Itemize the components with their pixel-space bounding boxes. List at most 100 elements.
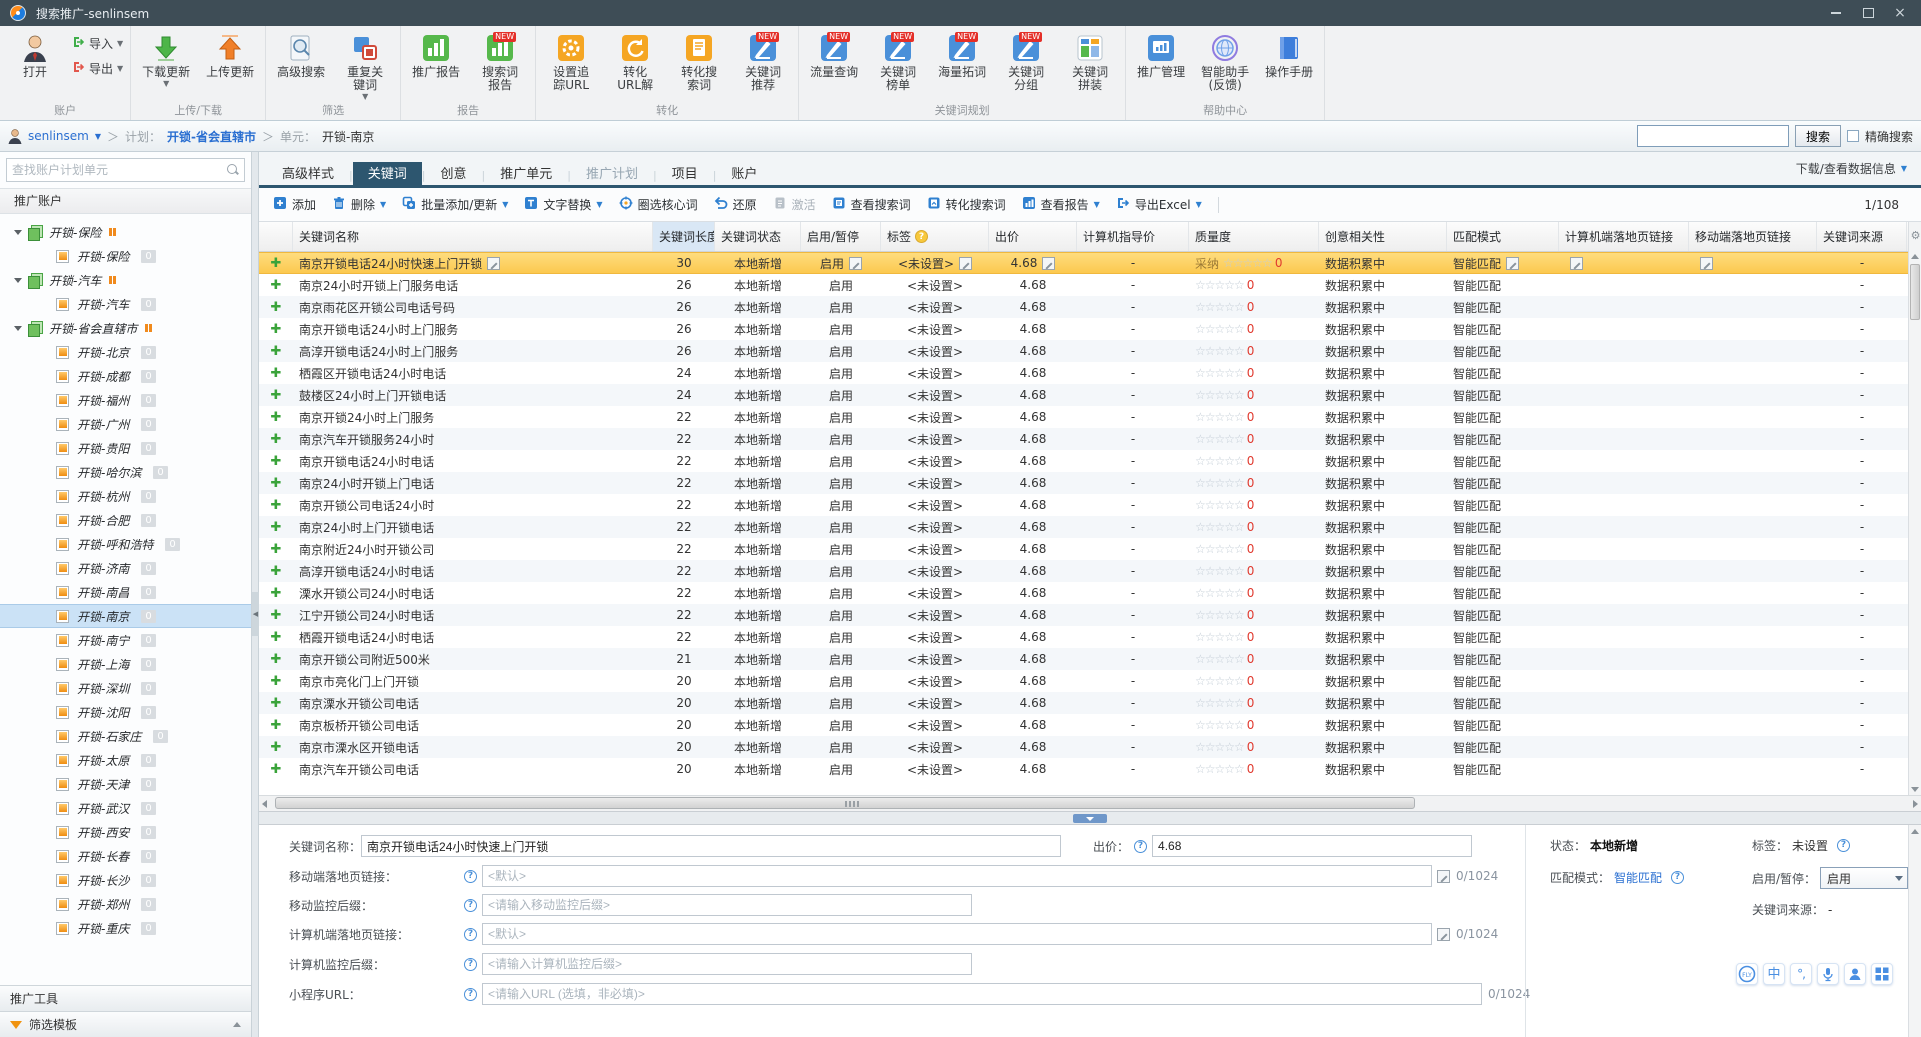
edit-icon[interactable] xyxy=(1570,256,1583,270)
breadcrumb-plan[interactable]: 开锁-省会直辖市 xyxy=(167,128,256,145)
ribbon-button-关键词分组[interactable]: NEW 关键词 分组 xyxy=(994,29,1058,101)
ribbon-button-下载更新[interactable]: 下载更新 ▼ xyxy=(134,29,198,101)
help-icon[interactable]: ? xyxy=(1837,839,1851,852)
add-keyword-icon[interactable]: ✚ xyxy=(271,521,282,534)
table-row[interactable]: ✚ 江宁开锁公司24小时电话 22 本地新增 启用 <未设置> 4.68 - ☆☆☆☆☆ 0 数据积… xyxy=(259,604,1921,626)
ribbon-button-重复关键词[interactable]: 重复关 键词 ▼ xyxy=(333,29,397,102)
collapse-up-icon[interactable] xyxy=(233,1022,241,1027)
help-icon[interactable]: ? xyxy=(464,927,477,941)
ribbon-button-操作手册[interactable]: 操作手册 xyxy=(1257,29,1321,101)
add-keyword-icon[interactable]: ✚ xyxy=(271,631,282,644)
add-keyword-icon[interactable]: ✚ xyxy=(271,411,282,424)
ribbon-button-上传更新[interactable]: 上传更新 xyxy=(198,29,262,101)
breadcrumb-unit[interactable]: 开锁-南京 xyxy=(322,128,374,145)
minimize-button[interactable] xyxy=(1829,7,1843,19)
scroll-up-icon[interactable] xyxy=(1911,254,1919,259)
edit-icon[interactable] xyxy=(959,256,973,270)
tree-unit-item[interactable]: 开锁-合肥 0 xyxy=(0,508,251,532)
column-header-marker[interactable] xyxy=(259,222,293,251)
tree-unit-item[interactable]: 开锁-西安 0 xyxy=(0,820,251,844)
field-input[interactable] xyxy=(482,923,1432,945)
tree-unit-item[interactable]: 开锁-太原 0 xyxy=(0,748,251,772)
toolbar-button-删除[interactable]: 删除 ▼ xyxy=(332,196,386,213)
ribbon-button-关键词推荐[interactable]: NEW 关键词 推荐 xyxy=(731,29,795,101)
toolbar-button-查看搜索词[interactable]: 查看搜索词 xyxy=(832,196,911,213)
table-row[interactable]: ✚ 南京板桥开锁公司电话 20 本地新增 启用 <未设置> 4.68 - ☆☆☆☆☆ 0 数据积累中… xyxy=(259,714,1921,736)
table-row[interactable]: ✚ 南京雨花区开锁公司电话号码 26 本地新增 启用 <未设置> 4.68 - ☆☆☆☆☆ 0 数据… xyxy=(259,296,1921,318)
column-header-质量度[interactable]: 质量度 xyxy=(1189,222,1319,251)
toolbar-button-查看报告[interactable]: 查看报告 ▼ xyxy=(1022,196,1100,213)
tree-unit-item[interactable]: 开锁-广州 0 xyxy=(0,412,251,436)
column-header-移动端落地页链接[interactable]: 移动端落地页链接 xyxy=(1689,222,1817,251)
ribbon-button-设置追踪URL[interactable]: 设置追 踪URL xyxy=(539,29,603,101)
table-row[interactable]: ✚ 南京市亮化门上门开锁 20 本地新增 启用 <未设置> 4.68 - ☆☆☆☆☆ 0 数据积累中… xyxy=(259,670,1921,692)
edit-icon[interactable] xyxy=(1437,869,1450,883)
add-keyword-icon[interactable]: ✚ xyxy=(271,367,282,380)
chinese-mode-icon[interactable]: 中 xyxy=(1763,963,1785,985)
field-input[interactable] xyxy=(482,983,1482,1005)
add-keyword-icon[interactable]: ✚ xyxy=(271,565,282,578)
field-input[interactable] xyxy=(482,894,972,916)
tree-unit-item[interactable]: 开锁-南京 0 xyxy=(0,604,251,628)
toolbar-button-文字替换[interactable]: 文字替换 ▼ xyxy=(524,196,603,213)
tree-unit-item[interactable]: 开锁-福州 0 xyxy=(0,388,251,412)
ifly-logo-icon[interactable]: FLY xyxy=(1736,963,1758,985)
toolbar-button-批量添加/更新[interactable]: 批量添加/更新 ▼ xyxy=(402,196,508,213)
table-row[interactable]: ✚ 南京开锁电话24小时快速上门开锁 30 本地新增 启用 <未设置> 4.68 - 采纳 ☆☆☆… xyxy=(259,252,1921,274)
download-view-data-link[interactable]: 下载/查看数据信息 ▼ xyxy=(1796,160,1907,177)
horizontal-scrollbar[interactable] xyxy=(259,795,1921,811)
tree-unit-item[interactable]: 开锁-长春 0 xyxy=(0,844,251,868)
field-input[interactable] xyxy=(482,953,972,975)
column-header-出价[interactable]: 出价 xyxy=(989,222,1077,251)
edit-icon[interactable] xyxy=(1437,927,1450,941)
column-header-关键词长度[interactable]: 关键词长度▼ xyxy=(653,222,715,251)
sidebar-search-input[interactable] xyxy=(12,163,227,177)
table-row[interactable]: ✚ 南京开锁公司附近500米 21 本地新增 启用 <未设置> 4.68 - ☆☆☆☆☆ 0 数据积… xyxy=(259,648,1921,670)
add-keyword-icon[interactable]: ✚ xyxy=(271,433,282,446)
column-header-启用/暂停[interactable]: 启用/暂停 xyxy=(801,222,881,251)
toolbar-button-添加[interactable]: 添加 xyxy=(273,196,316,213)
ribbon-button-关键词拼装[interactable]: 关键词 拼装 xyxy=(1058,29,1122,101)
add-keyword-icon[interactable]: ✚ xyxy=(271,345,282,358)
exact-search-checkbox[interactable] xyxy=(1846,130,1859,142)
ribbon-button-打开[interactable]: 打开 xyxy=(3,29,67,101)
table-row[interactable]: ✚ 南京24小时开锁上门服务电话 26 本地新增 启用 <未设置> 4.68 - ☆☆☆☆☆ 0 数… xyxy=(259,274,1921,296)
help-icon[interactable]: ? xyxy=(915,230,929,243)
ribbon-button-推广管理[interactable]: 推广管理 xyxy=(1129,29,1193,101)
table-row[interactable]: ✚ 栖霞区开锁电话24小时电话 24 本地新增 启用 <未设置> 4.68 - ☆☆☆☆☆ 0 数据… xyxy=(259,362,1921,384)
column-header-标签[interactable]: 标签? xyxy=(881,222,989,251)
edit-icon[interactable] xyxy=(1700,256,1713,270)
scroll-down-icon[interactable] xyxy=(1911,787,1919,792)
close-button[interactable]: × xyxy=(1893,6,1907,20)
tree-unit-item[interactable]: 开锁-保险 0 xyxy=(0,244,251,268)
toolbar-button-圈选核心词[interactable]: 圈选核心词 xyxy=(619,196,698,213)
promotion-tools-bar[interactable]: 推广工具 xyxy=(0,985,251,1011)
table-row[interactable]: ✚ 栖霞开锁电话24小时电话 22 本地新增 启用 <未设置> 4.68 - ☆☆☆☆☆ 0 数据积… xyxy=(259,626,1921,648)
add-keyword-icon[interactable]: ✚ xyxy=(271,675,282,688)
edit-icon[interactable] xyxy=(849,256,862,270)
help-icon[interactable]: ? xyxy=(464,957,477,971)
add-keyword-icon[interactable]: ✚ xyxy=(271,543,282,556)
tree-unit-item[interactable]: 开锁-呼和浩特 0 xyxy=(0,532,251,556)
tree-unit-item[interactable]: 开锁-贵阳 0 xyxy=(0,436,251,460)
tree-unit-item[interactable]: 开锁-郑州 0 xyxy=(0,892,251,916)
column-header-关键词状态[interactable]: 关键词状态 xyxy=(715,222,801,251)
table-row[interactable]: ✚ 南京开锁24小时上门服务 22 本地新增 启用 <未设置> 4.68 - ☆☆☆☆☆ 0 数据积… xyxy=(259,406,1921,428)
user-icon[interactable] xyxy=(1844,963,1866,985)
vscroll-thumb[interactable] xyxy=(1910,264,1920,320)
tree-unit-item[interactable]: 开锁-上海 0 xyxy=(0,652,251,676)
table-row[interactable]: ✚ 南京24小时上门开锁电话 22 本地新增 启用 <未设置> 4.68 - ☆☆☆☆☆ 0 数据积… xyxy=(259,516,1921,538)
add-keyword-icon[interactable]: ✚ xyxy=(271,763,282,776)
tree-unit-item[interactable]: 开锁-天津 0 xyxy=(0,772,251,796)
detail-scrollbar[interactable] xyxy=(1908,825,1921,1037)
ribbon-button-导入[interactable]: 导入 ▼ xyxy=(71,35,123,52)
tree-unit-item[interactable]: 开锁-长沙 0 xyxy=(0,868,251,892)
column-header-匹配模式[interactable]: 匹配模式 xyxy=(1447,222,1559,251)
add-keyword-icon[interactable]: ✚ xyxy=(271,477,282,490)
column-settings-gear-icon[interactable]: ⚙ xyxy=(1910,230,1921,241)
add-keyword-icon[interactable]: ✚ xyxy=(271,389,282,402)
add-keyword-icon[interactable]: ✚ xyxy=(271,301,282,314)
add-keyword-icon[interactable]: ✚ xyxy=(271,323,282,336)
tree-unit-item[interactable]: 开锁-南昌 0 xyxy=(0,580,251,604)
toolbar-button-还原[interactable]: 还原 xyxy=(714,196,757,213)
